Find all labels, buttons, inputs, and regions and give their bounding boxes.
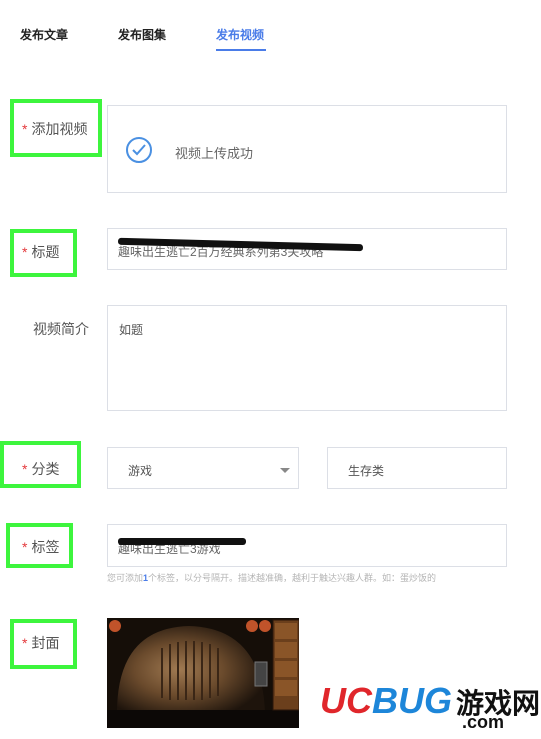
video-upload-area[interactable]: 视频上传成功 <box>107 105 507 193</box>
category-secondary-value: 生存类 <box>348 464 385 478</box>
video-label: * 添加视频 <box>22 121 88 137</box>
tags-hint: 您可添加1个标签，以分号隔开。描述越准确，越利于触达兴趣人群。如：蛋炒饭的 <box>107 573 437 583</box>
active-tab-indicator <box>216 49 266 51</box>
watermark-logo: UCBUG 游戏网 <box>320 680 541 721</box>
category-secondary-select[interactable]: 生存类 <box>327 447 507 489</box>
check-circle-icon <box>126 137 152 163</box>
redaction-bar <box>118 538 246 545</box>
category-primary-value: 游戏 <box>128 464 153 478</box>
title-input[interactable]: 趣味出生逃亡2百万经典系列第3关攻略 <box>107 228 507 270</box>
required-mark: * <box>22 635 28 651</box>
required-mark: * <box>22 461 28 477</box>
tags-label: * 标签 <box>22 539 60 555</box>
category-primary-select[interactable]: 游戏 <box>107 447 299 489</box>
tab-publish-article[interactable]: 发布文章 <box>20 26 68 43</box>
required-mark: * <box>22 244 28 260</box>
intro-label: 视频简介 <box>33 321 89 337</box>
chevron-down-icon <box>280 468 290 473</box>
tags-input[interactable]: 趣味出生逃亡3游戏 <box>107 524 507 567</box>
category-label: * 分类 <box>22 461 60 477</box>
tab-publish-video[interactable]: 发布视频 <box>216 26 264 43</box>
required-mark: * <box>22 539 28 555</box>
upload-status: 视频上传成功 <box>175 146 254 161</box>
tab-publish-gallery[interactable]: 发布图集 <box>118 26 166 43</box>
required-mark: * <box>22 121 28 137</box>
cover-image[interactable] <box>107 618 299 728</box>
title-label: * 标题 <box>22 244 60 260</box>
cover-label: * 封面 <box>22 635 60 651</box>
intro-textarea[interactable]: 如题 <box>107 305 507 411</box>
intro-value: 如题 <box>119 323 144 337</box>
watermark-domain: .com <box>462 712 505 732</box>
